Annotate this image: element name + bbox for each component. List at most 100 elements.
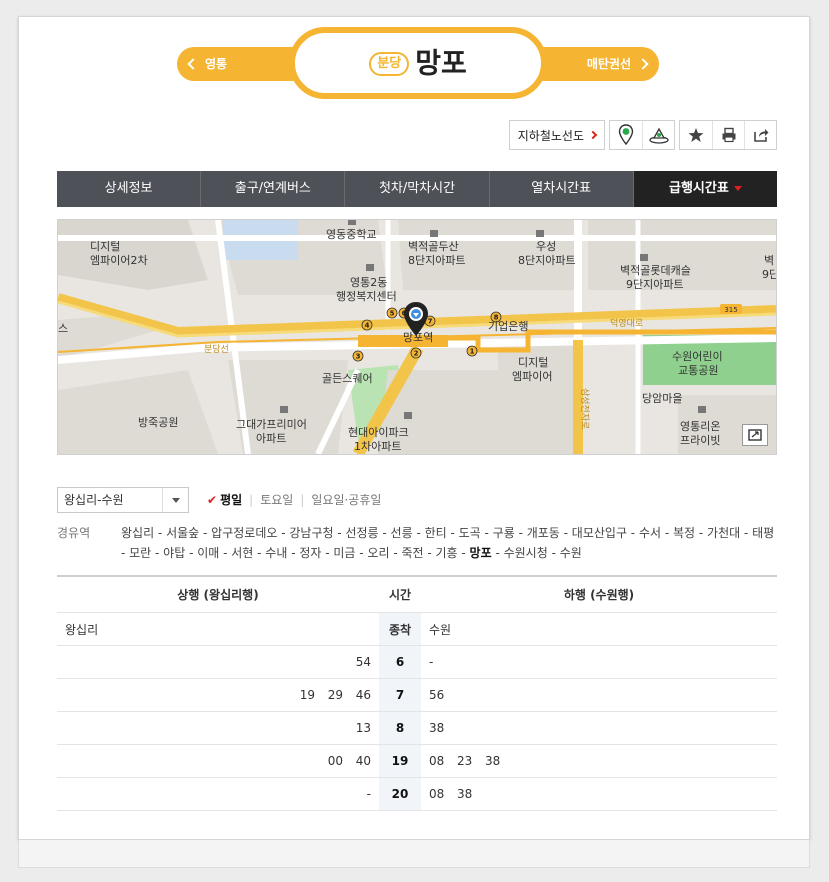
day-holiday-option[interactable]: 일요일·공휴일 <box>311 493 381 507</box>
timetable-body: 54 6-19 29 46 7 56 13 8 38 00 40 19 08 23 38-20 08 38 <box>57 646 777 811</box>
map-exit-label: 5 <box>390 310 395 318</box>
map-label-digital: 디지털 엠파이어 <box>512 356 552 383</box>
station-title-pill: 분당 망포 <box>289 27 547 99</box>
frame-bottom <box>18 840 810 868</box>
toolbar: 지하철노선도 <box>508 120 777 150</box>
table-row: 13 8 38 <box>57 712 777 745</box>
map-label-road-vertical: 삼성전자로 <box>579 388 590 429</box>
tab-label: 열차시간표 <box>531 181 592 196</box>
next-station-label: 매탄권선 <box>586 57 631 71</box>
tab-exits-bus[interactable]: 출구/연계버스 <box>201 171 346 207</box>
expand-map-icon <box>748 429 762 441</box>
dropdown-triangle-icon <box>733 186 742 191</box>
map-label-school: 영동중학교 <box>326 228 377 241</box>
up-minutes: 19 29 46 <box>57 688 379 702</box>
direction-select[interactable]: 왕십리-수원 <box>57 487 189 513</box>
line-badge: 분당 <box>369 51 410 76</box>
tab-detail[interactable]: 상세정보 <box>57 171 202 207</box>
day-weekday-option[interactable]: 평일 <box>220 493 242 507</box>
via-label: 경유역 <box>57 526 91 540</box>
prev-station-link[interactable]: 영통 <box>187 47 228 81</box>
timetable-header: 상행 (왕십리행) 시간 하행 (수원행) <box>57 577 777 613</box>
minute-value: 23 <box>457 754 473 768</box>
map-canvas: 1 2 3 4 5 6 7 8 315 영동중학교 디지털 엠파이어2차 벽적골두… <box>58 220 776 454</box>
subway-map-button[interactable]: 지하철노선도 <box>508 120 605 150</box>
station-tabs: 상세정보 출구/연계버스 첫차/막차시간 열차시간표 급행시간표 <box>57 171 778 207</box>
minute-value: 13 <box>355 721 371 735</box>
dest-up: 왕십리 <box>65 622 99 637</box>
up-minutes: 00 40 <box>57 754 379 768</box>
map-label-lotte9: 벽적골롯데캐슬 9단지아파트 <box>620 264 691 291</box>
table-row: 00 40 19 08 23 38 <box>57 745 777 778</box>
page-tools-group <box>679 120 777 150</box>
map-label-road-315: 315 <box>724 306 737 314</box>
map-exit-label: 3 <box>356 353 361 361</box>
map-label-dangam: 당암마을 <box>642 392 682 405</box>
map-label-bank: 기업은행 <box>488 320 528 333</box>
map-label-yeongtong: 영통리온 프라이빗 <box>680 420 720 447</box>
share-icon[interactable] <box>744 121 776 149</box>
map-exit-label: 7 <box>428 318 433 326</box>
up-minutes: 54 <box>57 655 379 669</box>
hour-cell: 19 <box>379 745 421 777</box>
hour-cell: 8 <box>379 712 421 744</box>
minute-value: 29 <box>327 688 343 702</box>
bus-stop-icon[interactable] <box>642 121 674 149</box>
map-pin-icon[interactable] <box>610 121 642 149</box>
chevron-right-icon <box>637 57 649 70</box>
table-row: -20 08 38 <box>57 778 777 811</box>
map-exit-label: 4 <box>365 322 370 330</box>
filter-row: 왕십리-수원 ✔ 평일 | 토요일 | 일요일·공휴일 <box>57 487 777 513</box>
dest-time: 종착 <box>379 613 421 645</box>
minute-value: 46 <box>355 688 371 702</box>
map-tools-group <box>609 120 675 150</box>
minute-value: 38 <box>429 721 445 735</box>
direction-select-value: 왕십리-수원 <box>64 493 124 507</box>
map-label-road: 덕영대로 <box>610 318 643 329</box>
via-current-station: 망포 <box>469 546 492 560</box>
hour-cell: 6 <box>379 646 421 678</box>
up-minutes: 13 <box>57 721 379 735</box>
hour-cell: 20 <box>379 778 421 810</box>
minute-value: - <box>366 787 371 801</box>
dest-down: 수원 <box>429 622 452 637</box>
map-label-kids-park: 수원어린이 교통공원 <box>672 350 723 377</box>
map-expand-button[interactable] <box>742 424 768 446</box>
page-frame: 영통 매탄권선 분당 망포 지하철노선도 상세정보 출구/연계버스 첫차/막차시… <box>18 16 810 840</box>
tab-train-timetable[interactable]: 열차시간표 <box>490 171 634 207</box>
prev-station-label: 영통 <box>205 57 228 71</box>
header-up: 상행 (왕십리행) <box>177 588 259 602</box>
next-station-link[interactable]: 매탄권선 <box>586 47 649 81</box>
down-minutes: - <box>421 655 777 669</box>
header-time: 시간 <box>388 588 412 602</box>
minute-value: 38 <box>485 754 501 768</box>
down-minutes: 08 38 <box>421 787 777 801</box>
divider: | <box>249 493 254 507</box>
star-icon[interactable] <box>680 121 712 149</box>
day-saturday-option[interactable]: 토요일 <box>260 493 293 507</box>
header-down: 하행 (수원행) <box>563 588 635 602</box>
minute-value: 54 <box>355 655 371 669</box>
up-minutes: - <box>57 787 379 801</box>
chevron-down-icon <box>162 488 188 512</box>
minute-value: 19 <box>299 688 315 702</box>
station-map[interactable]: 1 2 3 4 5 6 7 8 315 영동중학교 디지털 엠파이어2차 벽적골두… <box>57 219 777 455</box>
minute-value: 08 <box>429 787 445 801</box>
minute-value: 38 <box>457 787 473 801</box>
chevron-left-icon <box>187 57 199 70</box>
tab-express-timetable[interactable]: 급행시간표 <box>633 171 778 207</box>
via-stations-after: - 수원시청 - 수원 <box>491 546 582 560</box>
map-exit-label: 2 <box>414 350 419 358</box>
map-label-left-edge: 스 <box>58 322 68 335</box>
down-minutes: 56 <box>421 688 777 702</box>
minute-value: 08 <box>429 754 445 768</box>
tab-first-last-train[interactable]: 첫차/막차시간 <box>345 171 490 207</box>
down-minutes: 08 23 38 <box>421 754 777 768</box>
print-icon[interactable] <box>712 121 744 149</box>
via-station-list: 왕십리 - 서울숲 - 압구정로데오 - 강남구청 - 선정릉 - 선릉 - 한… <box>121 523 777 563</box>
chevron-right-icon <box>588 130 598 140</box>
down-minutes: 38 <box>421 721 777 735</box>
day-type-options: ✔ 평일 | 토요일 | 일요일·공휴일 <box>207 487 381 513</box>
map-label-golden: 골든스퀘어 <box>322 372 373 385</box>
map-label-edge: 벽9단 <box>762 254 776 281</box>
